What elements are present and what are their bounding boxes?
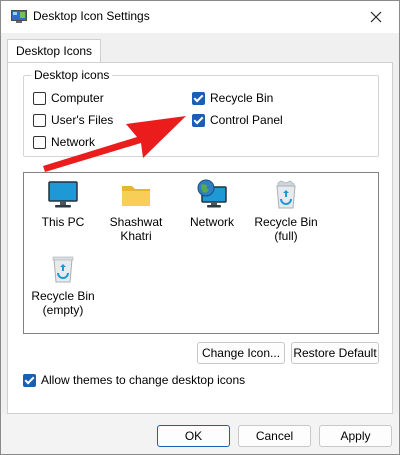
- ok-button[interactable]: OK: [157, 425, 230, 447]
- checkbox-box[interactable]: [33, 91, 46, 105]
- icon-label: Network: [189, 215, 234, 229]
- tab-desktop-icons[interactable]: Desktop Icons: [7, 39, 102, 63]
- window-title: Desktop Icon Settings: [33, 9, 150, 23]
- icon-item-network[interactable]: Network: [177, 179, 247, 229]
- icon-item-this-pc[interactable]: This PC: [28, 179, 98, 229]
- network-globe-icon: [197, 179, 227, 208]
- dialog-footer: OK Cancel Apply: [1, 414, 399, 454]
- folder-icon: [122, 186, 150, 206]
- checkbox-box-checked[interactable]: [192, 91, 205, 105]
- icon-label: Recycle Bin (full): [254, 215, 318, 243]
- checkbox-label: Network: [51, 135, 96, 149]
- icon-list[interactable]: This PC Shashwat Khatri Network Recycle …: [23, 172, 379, 334]
- icon-item-user-folder[interactable]: Shashwat Khatri: [101, 179, 171, 243]
- groupbox-legend: Desktop icons: [31, 68, 113, 82]
- allow-themes-checkbox[interactable]: Allow themes to change desktop icons: [23, 373, 245, 387]
- close-icon: [370, 11, 382, 23]
- icon-label: This PC: [41, 215, 85, 229]
- checkbox-label: Recycle Bin: [210, 91, 274, 105]
- recycle-bin-empty-icon: [52, 256, 74, 283]
- checkbox-label: Control Panel: [210, 113, 283, 127]
- title-bar: Desktop Icon Settings: [1, 1, 399, 33]
- icon-item-recycle-bin-full[interactable]: Recycle Bin (full): [251, 179, 321, 243]
- recycle-bin-full-icon: [276, 180, 296, 209]
- checkbox-recycle-bin[interactable]: Recycle Bin: [192, 91, 273, 105]
- restore-default-button[interactable]: Restore Default: [291, 342, 379, 364]
- checkbox-network[interactable]: Network: [33, 135, 95, 149]
- checkbox-computer[interactable]: Computer: [33, 91, 104, 105]
- checkbox-control-panel[interactable]: Control Panel: [192, 113, 283, 127]
- checkbox-box[interactable]: [33, 113, 46, 127]
- checkbox-box-checked[interactable]: [23, 373, 36, 387]
- checkbox-users-files[interactable]: User's Files: [33, 113, 113, 127]
- icon-label: Shashwat Khatri: [109, 215, 163, 243]
- checkbox-label: Computer: [51, 91, 104, 105]
- desktop-settings-icon: [11, 10, 27, 23]
- checkbox-label: Allow themes to change desktop icons: [41, 373, 246, 387]
- close-button[interactable]: [353, 1, 399, 33]
- dialog-window: Desktop Icon Settings Desktop Icons Desk…: [0, 0, 400, 455]
- monitor-icon: [48, 181, 78, 208]
- checkbox-label: User's Files: [51, 113, 114, 127]
- apply-button[interactable]: Apply: [319, 425, 392, 447]
- checkbox-box[interactable]: [33, 135, 46, 149]
- cancel-button[interactable]: Cancel: [238, 425, 311, 447]
- change-icon-button[interactable]: Change Icon...: [197, 342, 285, 364]
- icon-item-recycle-bin-empty[interactable]: Recycle Bin (empty): [28, 253, 98, 317]
- icon-label: Recycle Bin (empty): [31, 289, 95, 317]
- checkbox-box-checked[interactable]: [192, 113, 205, 127]
